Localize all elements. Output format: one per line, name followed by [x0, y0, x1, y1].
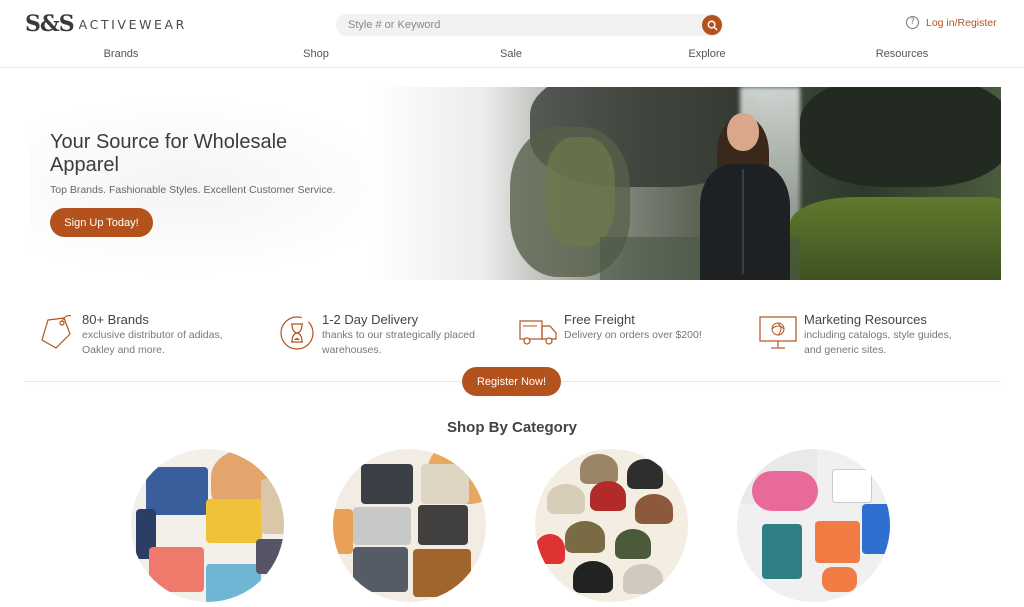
sign-up-button[interactable]: Sign Up Today! — [50, 208, 153, 237]
nav-sale[interactable]: Sale — [500, 48, 522, 60]
shop-by-category-title: Shop By Category — [446, 419, 578, 436]
features-row: 80+ Brands exclusive distributor of adid… — [0, 312, 1024, 372]
price-tag-icon — [41, 315, 72, 349]
hero-image — [370, 87, 1001, 280]
category-shirts[interactable] — [131, 449, 284, 602]
nav-shop[interactable]: Shop — [303, 48, 329, 60]
category-sweatshirts[interactable] — [333, 449, 486, 602]
search-icon — [707, 20, 717, 30]
search-button[interactable] — [702, 15, 722, 35]
category-bags[interactable] — [737, 449, 890, 602]
nav-brands[interactable]: Brands — [104, 48, 139, 60]
logo[interactable]: S&S ACTIVEWEAR — [25, 11, 187, 37]
register-now-button[interactable]: Register Now! — [462, 367, 561, 396]
feature-title: Marketing Resources — [804, 312, 927, 327]
monitor-icon — [759, 316, 797, 349]
search-input[interactable] — [336, 14, 676, 36]
feature-title: 1-2 Day Delivery — [322, 312, 419, 327]
feature-desc-line: warehouses. — [322, 344, 382, 356]
site-header: S&S ACTIVEWEAR ? Log in/Register Brands … — [0, 0, 1024, 68]
truck-icon — [519, 320, 557, 345]
hero-banner: Your Source for Wholesale Apparel Top Br… — [0, 87, 1001, 280]
feature-desc-line: including catalogs, style guides, — [804, 329, 952, 341]
login-register-label: Log in/Register — [926, 16, 997, 29]
hourglass-icon — [280, 316, 314, 350]
feature-title: Free Freight — [564, 312, 635, 327]
feature-desc-line: Delivery on orders over $200! — [564, 329, 702, 341]
logo-mark: S&S — [25, 11, 75, 37]
nav-resources[interactable]: Resources — [876, 48, 929, 60]
hero-title: Your Source for Wholesale Apparel — [50, 131, 288, 176]
feature-freight: Free Freight Delivery on orders over $20… — [518, 312, 702, 350]
search-bar — [336, 14, 723, 36]
login-register-link[interactable]: ? Log in/Register — [906, 16, 997, 29]
category-headwear[interactable] — [535, 449, 688, 602]
feature-brands: 80+ Brands exclusive distributor of adid… — [38, 312, 223, 358]
feature-marketing: Marketing Resources including catalogs, … — [758, 312, 952, 358]
main-nav: Brands Shop Sale Explore Resources — [0, 48, 1024, 62]
hero-person — [690, 109, 798, 280]
feature-desc-line: thanks to our strategically placed — [322, 329, 475, 341]
feature-desc-line: and generic sites. — [804, 344, 887, 356]
hero-subtitle: Top Brands. Fashionable Styles. Excellen… — [50, 184, 336, 196]
nav-explore[interactable]: Explore — [688, 48, 725, 60]
feature-desc-line: Oakley and more. — [82, 344, 165, 356]
feature-delivery: 1-2 Day Delivery thanks to our strategic… — [278, 312, 475, 358]
help-icon: ? — [906, 16, 919, 29]
logo-text: ACTIVEWEAR — [78, 16, 187, 32]
feature-title: 80+ Brands — [82, 312, 149, 327]
feature-desc-line: exclusive distributor of adidas, — [82, 329, 223, 341]
